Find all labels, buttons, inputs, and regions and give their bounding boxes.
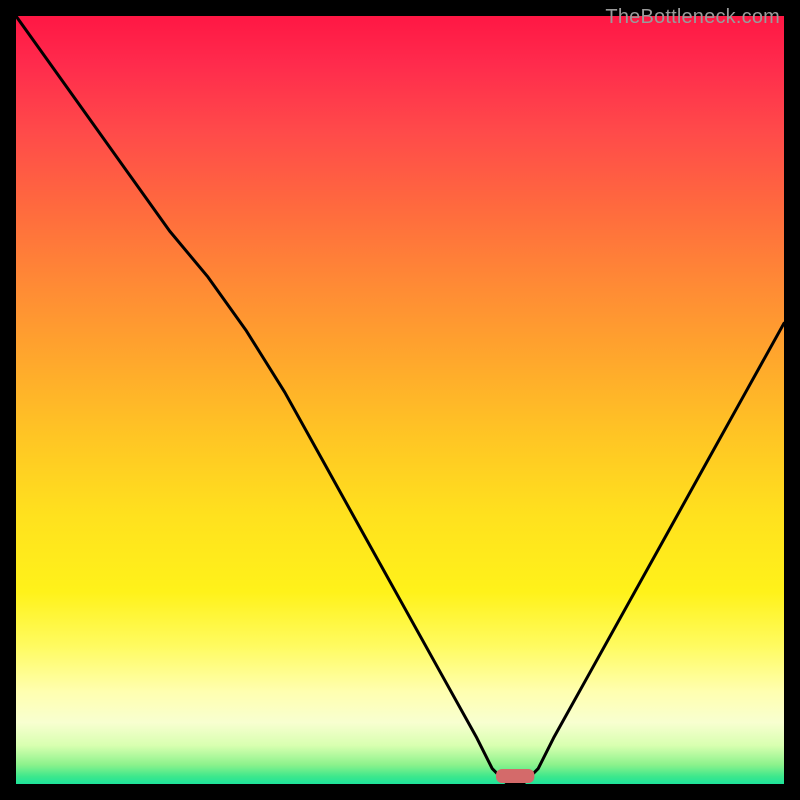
watermark-text: TheBottleneck.com	[605, 6, 780, 29]
optimal-marker	[496, 769, 534, 783]
chart-background-gradient	[16, 16, 784, 784]
chart-plot-area	[16, 16, 784, 784]
chart-container	[16, 16, 784, 784]
bottleneck-chart	[16, 16, 784, 784]
